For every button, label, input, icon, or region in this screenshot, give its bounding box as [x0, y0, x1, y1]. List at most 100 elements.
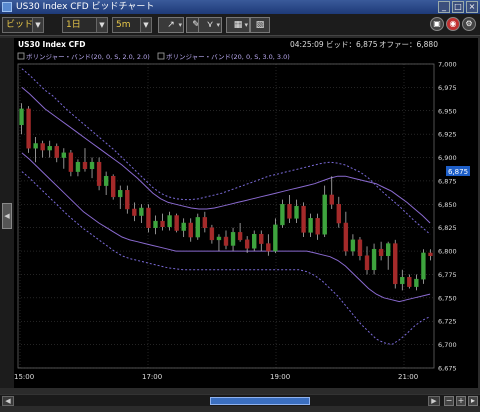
candle-up [89, 161, 95, 170]
zoom-out-button[interactable]: − [444, 396, 454, 406]
alert-button[interactable]: ▣ [430, 17, 444, 31]
indicator-checkbox[interactable] [157, 52, 165, 60]
candle-down [301, 205, 306, 233]
candle-down [188, 222, 193, 238]
candle-down [357, 239, 363, 257]
candle-up [350, 239, 356, 252]
bollinger-bands [21, 68, 431, 346]
period-select[interactable]: 1日 ▼ [62, 17, 108, 33]
candle-down [40, 143, 45, 151]
minimize-button[interactable]: _ [438, 1, 450, 13]
zoom-reset-button[interactable]: ▸ [468, 396, 478, 406]
candle-down [287, 204, 292, 219]
candle-down [364, 255, 370, 271]
candle-down [82, 161, 88, 170]
candle-down [202, 217, 208, 228]
y-tick-label: 6,925 [438, 131, 457, 139]
candle-up [75, 161, 81, 172]
candle-up [421, 252, 426, 280]
collapse-panel-button[interactable]: ◀ [2, 203, 12, 229]
candle-up [33, 143, 38, 149]
drawing-tool-icon: ↗ [167, 20, 175, 30]
candle-up [230, 232, 236, 246]
candle-up [385, 243, 391, 257]
x-tick-label: 19:00 [270, 373, 290, 381]
candle-up [294, 205, 299, 219]
chart-symbol: US30 Index CFD [18, 40, 85, 49]
x-axis: 15:00 17:00 19:00 21:00 [14, 373, 418, 381]
price-type-select[interactable]: ビッド ▼ [2, 17, 44, 33]
candle-down [237, 232, 243, 241]
candle-up [273, 224, 278, 252]
candle-up [61, 152, 67, 158]
bollinger-upper-2sd-line [21, 87, 431, 224]
y-tick-label: 6,875 [438, 177, 457, 185]
window-title: US30 Index CFD ビッドチャート [16, 2, 155, 12]
horizontal-scrollbar[interactable]: ◀ ▶ − + ▸ [0, 394, 480, 406]
help-button[interactable]: ◉ [446, 17, 460, 31]
candle-up [139, 207, 144, 216]
candle-down [26, 108, 31, 149]
candle-up [19, 108, 24, 126]
maximize-button[interactable]: □ [452, 1, 464, 13]
interval-value: 5m [116, 20, 131, 30]
settings-button[interactable]: ⚙ [462, 17, 476, 31]
candle-down [266, 243, 271, 252]
candle-down [329, 194, 334, 205]
interval-select[interactable]: 5m ▼ [112, 17, 152, 33]
candle-down [54, 146, 59, 158]
y-axis: 7,000 6,975 6,950 6,925 6,900 6,875 6,850 6,825… [438, 61, 457, 373]
zoom-in-button[interactable]: + [456, 396, 466, 406]
price-chart[interactable]: US30 Index CFD 04:25:09 ビッド：6,875 オファー：6… [14, 38, 478, 388]
candle-up [308, 218, 313, 233]
y-tick-label: 6,825 [438, 224, 457, 232]
drawing-tool-button[interactable]: ↗ [158, 17, 184, 33]
candle-up [47, 146, 52, 151]
image-export-button[interactable]: ▧ [250, 17, 270, 33]
candle-up [103, 175, 109, 186]
candle-up [400, 277, 405, 285]
x-tick-label: 21:00 [398, 373, 418, 381]
help-icon: ◉ [449, 19, 457, 28]
title-bar: US30 Index CFD ビッドチャート _ □ × [0, 0, 480, 14]
scroll-right-button[interactable]: ▶ [428, 396, 440, 406]
candle-down [125, 190, 130, 210]
chevron-down-icon: ▼ [140, 18, 151, 32]
x-tick-label: 15:00 [14, 373, 34, 381]
candle-down [174, 215, 179, 231]
bid-label: ビッド：6,875 [326, 40, 378, 49]
candle-down [209, 227, 215, 241]
bollinger-upper-3sd-line [21, 68, 431, 235]
app-icon [2, 2, 12, 12]
indicator-checkbox[interactable] [17, 52, 25, 60]
candle-down [407, 277, 412, 287]
indicator-button[interactable]: ⋎ [198, 17, 222, 33]
y-tick-label: 6,775 [438, 271, 457, 279]
y-tick-label: 6,975 [438, 84, 457, 92]
candle-down [146, 207, 151, 228]
candle-up [414, 278, 419, 287]
y-tick-label: 6,800 [438, 248, 457, 256]
chart-panel[interactable]: US30 Index CFD 04:25:09 ビッド：6,875 オファー：6… [14, 38, 478, 388]
candle-down [132, 208, 137, 216]
candles [19, 103, 433, 291]
close-button[interactable]: × [466, 1, 478, 13]
y-tick-label: 7,000 [438, 61, 457, 69]
candle-down [315, 218, 320, 235]
plot-border [17, 63, 435, 369]
candle-up [371, 248, 377, 271]
side-panel-handle: ◀ [0, 38, 14, 388]
chart-type-button[interactable]: ▦ [226, 17, 250, 33]
candle-up [252, 233, 257, 249]
image-export-icon: ▧ [255, 20, 265, 30]
candle-up [153, 220, 158, 228]
toolbar: ビッド ▼ 1日 ▼ 5m ▼ ↗ ✎ ⋎ ▦ ▧ ▣ ◉ ⚙ [0, 14, 480, 36]
candle-up [118, 190, 123, 198]
indicator-icon: ⋎ [206, 20, 214, 30]
candle-down [259, 233, 264, 244]
candle-down [343, 222, 349, 252]
scrollbar-thumb[interactable] [210, 397, 310, 405]
settings-icon: ⚙ [465, 19, 473, 28]
scroll-left-button[interactable]: ◀ [2, 396, 14, 406]
chevron-down-icon: ▼ [96, 18, 107, 32]
